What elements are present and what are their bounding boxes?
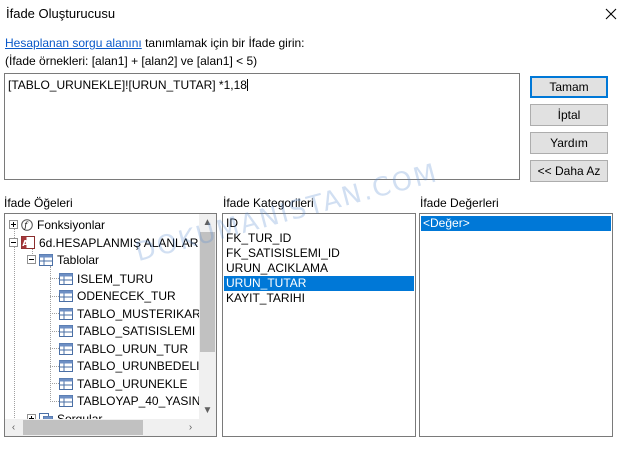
function-icon: f	[21, 218, 33, 231]
scroll-up-icon[interactable]: ▲	[199, 214, 216, 231]
table-item[interactable]: TABLOYAP_40_YASINDAI	[59, 392, 217, 409]
table-item[interactable]: ODENECEK_TUR	[59, 287, 176, 304]
category-item[interactable]: FK_TUR_ID	[224, 231, 414, 246]
expression-value: [TABLO_URUNEKLE]![URUN_TUTAR] *1,18	[8, 78, 247, 92]
table-icon	[59, 394, 73, 407]
table-item-label: TABLOYAP_40_YASINDAI	[77, 393, 217, 408]
cancel-button[interactable]: İptal	[530, 104, 608, 126]
table-folder-icon	[39, 253, 53, 266]
tree-line	[50, 331, 59, 332]
tree-line	[50, 348, 59, 349]
table-item-label: TABLO_MUSTERIKARTI	[77, 306, 212, 321]
collapse-icon[interactable]	[9, 238, 18, 247]
category-item[interactable]: URUN_ACIKLAMA	[224, 261, 414, 276]
scrollbar-thumb[interactable]	[200, 232, 215, 352]
window-title: İfade Oluşturucusu	[6, 6, 116, 21]
table-icon	[59, 324, 73, 337]
tree-item-database[interactable]: A 6d.HESAPLANMIŞ ALANLAR (İF	[9, 234, 216, 251]
expand-icon[interactable]	[9, 220, 18, 229]
values-label: İfade Değerleri	[420, 196, 499, 210]
table-item-label: TABLO_SATISISLEMI	[77, 323, 196, 338]
close-button[interactable]	[597, 2, 625, 26]
table-icon	[59, 307, 73, 320]
text-caret	[246, 79, 248, 91]
tree-line	[50, 383, 59, 384]
table-item-label: ODENECEK_TUR	[77, 288, 176, 303]
table-item-label: TABLO_URUN_TUR	[77, 341, 189, 356]
table-icon	[59, 359, 73, 372]
table-item[interactable]: TABLO_URUNEKLE	[59, 375, 187, 392]
category-item[interactable]: ID	[224, 216, 414, 231]
scrollbar-thumb[interactable]	[23, 420, 143, 435]
values-list[interactable]: <Değer>	[419, 213, 613, 437]
tree-line	[50, 401, 59, 402]
tree-line	[50, 366, 59, 367]
table-item[interactable]: TABLO_URUNBEDELI	[59, 357, 199, 374]
scroll-right-icon[interactable]: ›	[182, 419, 199, 436]
ok-button[interactable]: Tamam	[530, 76, 608, 98]
table-icon	[59, 272, 73, 285]
instruction-label: tanımlamak için bir İfade girin:	[141, 36, 305, 50]
tree-line	[50, 278, 59, 279]
categories-label: İfade Kategorileri	[223, 196, 314, 210]
horizontal-scrollbar[interactable]: ‹ ›	[5, 419, 199, 436]
database-icon: A	[21, 236, 35, 249]
example-text: (İfade örnekleri: [alan1] + [alan2] ve […	[5, 54, 258, 68]
expression-input[interactable]: [TABLO_URUNEKLE]![URUN_TUTAR] *1,18	[4, 73, 520, 180]
tree-item-label: Fonksiyonlar	[37, 217, 106, 232]
category-item-selected[interactable]: URUN_TUTAR	[224, 276, 414, 291]
category-item[interactable]: KAYIT_TARIHI	[224, 291, 414, 306]
title-bar: İfade Oluşturucusu	[0, 0, 631, 28]
close-icon	[605, 8, 617, 20]
less-button[interactable]: << Daha Az	[530, 160, 608, 182]
category-item[interactable]: FK_SATISISLEMI_ID	[224, 246, 414, 261]
help-link[interactable]: Hesaplanan sorgu alanını	[5, 36, 142, 50]
svg-text:A: A	[22, 239, 29, 248]
value-item-selected[interactable]: <Değer>	[421, 216, 611, 231]
table-icon	[59, 289, 73, 302]
categories-list[interactable]: ID FK_TUR_ID FK_SATISISLEMI_ID URUN_ACIK…	[222, 213, 416, 437]
vertical-scrollbar[interactable]: ▲ ▼	[199, 214, 216, 419]
tree-item-functions[interactable]: f Fonksiyonlar	[9, 216, 105, 233]
elements-label: İfade Öğeleri	[4, 196, 73, 210]
help-button[interactable]: Yardım	[530, 132, 608, 154]
table-icon	[59, 342, 73, 355]
table-item-label: ISLEM_TURU	[77, 271, 154, 286]
scroll-corner	[199, 419, 216, 436]
scroll-down-icon[interactable]: ▼	[199, 402, 216, 419]
tree-item-label: Tablolar	[57, 252, 100, 267]
table-item[interactable]: TABLO_URUN_TUR	[59, 340, 188, 357]
scroll-left-icon[interactable]: ‹	[5, 419, 22, 436]
table-item[interactable]: TABLO_SATISISLEMI	[59, 322, 195, 339]
collapse-icon[interactable]	[27, 255, 36, 264]
table-item[interactable]: TABLO_MUSTERIKARTI	[59, 305, 211, 322]
tree-item-tables[interactable]: Tablolar	[27, 251, 99, 268]
tree-line	[50, 296, 59, 297]
table-item[interactable]: ISLEM_TURU	[59, 270, 153, 287]
tree-item-label: 6d.HESAPLANMIŞ ALANLAR (İF	[39, 235, 217, 250]
table-item-label: TABLO_URUNBEDELI	[77, 358, 200, 373]
tree-line	[50, 266, 51, 400]
instruction-text: Hesaplanan sorgu alanını tanımlamak için…	[5, 36, 305, 50]
table-item-label: TABLO_URUNEKLE	[77, 376, 188, 391]
tree-line	[14, 228, 15, 418]
tree-line	[50, 313, 59, 314]
elements-tree[interactable]: f Fonksiyonlar A 6d.HESAPLANMIŞ ALANLAR …	[4, 213, 217, 437]
table-icon	[59, 377, 73, 390]
